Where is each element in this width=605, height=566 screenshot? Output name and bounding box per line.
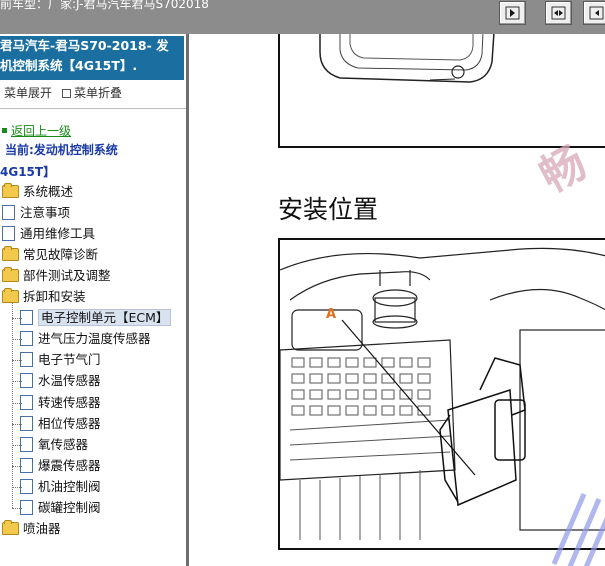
watermark-logo-icon bbox=[551, 493, 605, 566]
tree-item-label: 氧传感器 bbox=[38, 436, 89, 452]
tree-item-label: 水温传感器 bbox=[38, 373, 101, 389]
section-heading: 安装位置 bbox=[278, 195, 379, 224]
tree-item-label: 相位传感器 bbox=[38, 415, 101, 431]
tree-item[interactable]: 转速传感器 bbox=[12, 393, 101, 413]
prev-page-button[interactable] bbox=[499, 1, 526, 25]
tree-item[interactable]: 拆卸和安装 bbox=[2, 287, 86, 307]
main-content: 安装位置 A 畅 bbox=[189, 34, 605, 566]
folder-icon bbox=[2, 267, 19, 283]
next-page-button[interactable] bbox=[583, 1, 605, 25]
tree-item-label: 电子节气门 bbox=[38, 352, 101, 368]
tree-item[interactable]: 水温传感器 bbox=[12, 371, 101, 391]
ecm-top-illustration bbox=[319, 34, 495, 83]
menu-expand-label: 菜单展开 bbox=[4, 86, 53, 100]
current-location: 当前:发动机控制系统 bbox=[5, 143, 118, 157]
tree-item-label: 电子控制单元【ECM】 bbox=[38, 309, 172, 327]
tree-item-label: 常见故障诊断 bbox=[23, 247, 99, 263]
watermark-mark bbox=[544, 484, 605, 566]
figure-callout-label: A bbox=[326, 307, 336, 322]
menu-collapse-label: 菜单折叠 bbox=[74, 86, 123, 100]
current-location-line2: 4G15T】 bbox=[0, 165, 56, 179]
tree-item-label: 通用维修工具 bbox=[20, 226, 96, 242]
tree-branch-line bbox=[12, 360, 22, 362]
tree-item[interactable]: 喷油器 bbox=[2, 519, 61, 539]
tree-branch-line bbox=[12, 486, 22, 488]
tree-item-label: 部件测试及调整 bbox=[23, 268, 111, 284]
tree-connector bbox=[12, 302, 13, 508]
tree-item[interactable]: 常见故障诊断 bbox=[2, 245, 98, 265]
sidebar-title: 君马汽车-君马S70-2018- 发 机控制系统【4G15T】. bbox=[0, 36, 184, 80]
sidebar-title-line2: 机控制系统【4G15T】. bbox=[0, 58, 138, 73]
back-link[interactable]: 返回上一级 bbox=[0, 122, 71, 139]
tree-item[interactable]: 碳罐控制阀 bbox=[12, 498, 101, 518]
tree-branch-line bbox=[12, 339, 22, 341]
tree-branch-line bbox=[12, 423, 22, 425]
title-bar: 前车型：厂家:J-君马汽车君马S702018 bbox=[0, 0, 605, 34]
menu-collapse-button[interactable]: 菜单折叠 bbox=[62, 84, 122, 101]
tree-branch-line bbox=[12, 381, 22, 383]
window-title: 前车型：厂家:J-君马汽车君马S702018 bbox=[0, 0, 209, 11]
back-link-label: 返回上一级 bbox=[11, 124, 72, 138]
folder-icon bbox=[2, 183, 19, 198]
tree-item-label: 转速传感器 bbox=[38, 394, 101, 410]
tree-item-label: 系统概述 bbox=[23, 184, 74, 199]
tree-branch-line bbox=[12, 402, 22, 404]
tree-branch-line bbox=[12, 507, 22, 509]
tree-branch-line bbox=[12, 465, 22, 467]
folder-icon bbox=[2, 246, 19, 262]
tree-item-label: 碳罐控制阀 bbox=[38, 499, 101, 515]
sidebar: 君马汽车-君马S70-2018- 发 机控制系统【4G15T】. 菜单展开 菜单… bbox=[0, 34, 189, 566]
tree-item[interactable]: 电子控制单元【ECM】 bbox=[12, 308, 172, 328]
collapse-square-icon bbox=[62, 88, 71, 98]
next-page-icon bbox=[589, 6, 604, 20]
fit-width-icon bbox=[551, 6, 566, 20]
sidebar-title-line1: 君马汽车-君马S70-2018- 发 bbox=[0, 38, 169, 53]
tree-branch-line bbox=[12, 444, 22, 446]
prev-page-icon bbox=[505, 6, 520, 20]
tree-item-label: 爆震传感器 bbox=[38, 457, 101, 473]
tree-item[interactable]: 氧传感器 bbox=[12, 435, 89, 455]
folder-icon bbox=[2, 519, 19, 535]
tree-item[interactable]: 进气压力温度传感器 bbox=[12, 329, 151, 349]
sidebar-divider bbox=[0, 108, 186, 109]
tree-item-label: 注意事项 bbox=[20, 205, 71, 221]
ecm-figure-top bbox=[278, 34, 605, 148]
tree-item[interactable]: 部件测试及调整 bbox=[2, 266, 111, 286]
bullet-icon bbox=[2, 128, 7, 133]
folder-icon bbox=[2, 288, 19, 304]
tree-item[interactable]: 相位传感器 bbox=[12, 414, 101, 434]
tree-item[interactable]: 爆震传感器 bbox=[12, 456, 101, 476]
document-icon bbox=[2, 205, 15, 221]
tree-branch-line bbox=[12, 318, 22, 320]
tree-item[interactable]: 通用维修工具 bbox=[2, 224, 95, 244]
tree-item[interactable]: 系统概述 bbox=[2, 182, 73, 202]
tree-item-label: 喷油器 bbox=[23, 520, 61, 536]
tree-item-label: 进气压力温度传感器 bbox=[38, 331, 151, 347]
tree-item[interactable]: 机油控制阀 bbox=[12, 477, 101, 497]
tree-item-label: 拆卸和安装 bbox=[23, 289, 86, 305]
tree-item-label: 机油控制阀 bbox=[38, 478, 101, 494]
tree-item[interactable]: 电子节气门 bbox=[12, 350, 101, 370]
fit-width-button[interactable] bbox=[545, 1, 572, 25]
tree-item[interactable]: 注意事项 bbox=[2, 203, 70, 223]
document-icon bbox=[2, 226, 15, 242]
menu-expand-button[interactable]: 菜单展开 bbox=[4, 84, 52, 101]
